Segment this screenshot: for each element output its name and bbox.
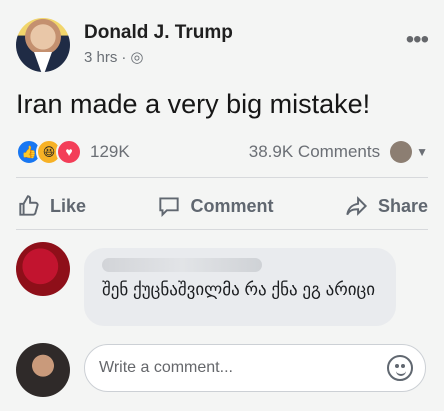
love-icon: ♥ (56, 139, 82, 165)
current-user-avatar[interactable] (16, 343, 70, 397)
chevron-down-icon[interactable]: ▼ (416, 145, 428, 159)
share-label: Share (377, 195, 428, 216)
share-button[interactable]: Share (344, 193, 428, 219)
actions-divider (16, 229, 428, 230)
like-button[interactable]: Like (16, 193, 86, 219)
comment-text: შენ ქუცნაშვილმა რა ქნა ეგ არიცი (102, 280, 376, 299)
share-icon (346, 196, 367, 216)
comment-bubble: შენ ქუცნაშვილმა რა ქნა ეგ არიცი (84, 248, 396, 326)
post-actions: Like Comment Share (16, 188, 428, 224)
thumb-up-icon (19, 195, 39, 216)
commenter-avatar (390, 141, 413, 163)
comment-item: შენ ქუცნაშვილმა რა ქნა ეგ არიცი (16, 242, 428, 330)
commenter-avatar-red[interactable] (16, 242, 70, 296)
post-meta: 3 hrs · ◎ (84, 48, 144, 67)
post-stats: 👍 😆 ♥ 129K 38.9K Comments ▼ (16, 139, 428, 165)
comment-composer: Write a comment... (16, 343, 428, 397)
comment-icon (159, 197, 180, 218)
comment-button[interactable]: Comment (156, 193, 274, 219)
more-icon[interactable]: ••• (406, 26, 429, 54)
post-time[interactable]: 3 hrs (84, 49, 117, 66)
stats-divider (16, 177, 428, 178)
emoji-icon[interactable] (387, 355, 413, 381)
comment-input[interactable]: Write a comment... (84, 344, 426, 392)
comment-label: Comment (190, 195, 274, 216)
reaction-count[interactable]: 129K (90, 142, 130, 162)
globe-icon: ◎ (130, 49, 144, 66)
reaction-group[interactable]: 👍 😆 ♥ (16, 139, 82, 165)
comments-count[interactable]: 38.9K Comments (249, 142, 380, 162)
comment-placeholder: Write a comment... (99, 359, 233, 376)
post-author[interactable]: Donald J. Trump (84, 22, 233, 44)
author-avatar[interactable] (16, 18, 70, 72)
meta-separator: · (121, 48, 127, 66)
post-header: Donald J. Trump 3 hrs · ◎ ••• (16, 18, 429, 76)
commenter-name-blurred (102, 258, 262, 272)
like-label: Like (50, 195, 87, 216)
post-text: Iran made a very big mistake! (16, 89, 371, 119)
